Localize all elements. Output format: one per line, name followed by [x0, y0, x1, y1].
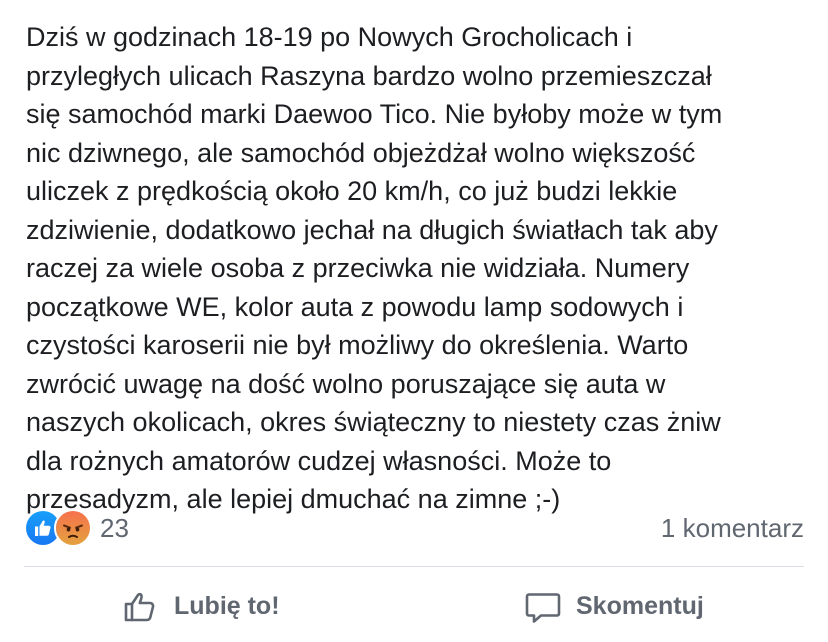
post-text-line: zdziwienie, dodatkowo jechał na długich …	[26, 214, 718, 245]
angry-reaction-icon	[54, 509, 92, 547]
post-text-line: nic dziwnego, ale samochód objeżdżał wol…	[26, 137, 696, 168]
post-text-line: naszych okolicach, okres świąteczny to n…	[26, 407, 721, 437]
post-text-line: przyległych ulicach Raszyna bardzo wolno…	[26, 60, 712, 91]
post-text-line: czystości karoserii nie był możliwy do o…	[26, 330, 689, 360]
comment-button-label: Skomentuj	[576, 591, 704, 620]
like-button-label: Lubię to!	[174, 591, 280, 620]
post-text-line: Dziś w godzinach 18-19 po Nowych Grochol…	[26, 22, 633, 52]
reaction-count: 23	[100, 513, 129, 543]
post-text-line: się samochód marki Daewoo Tico. Nie było…	[26, 99, 723, 129]
post-text: Dziś w godzinach 18-19 po Nowych Grochol…	[26, 18, 816, 519]
post-text-line: początkowe WE, kolor auta z powodu lamp …	[26, 291, 684, 322]
thumbs-up-icon	[122, 587, 160, 625]
divider	[24, 566, 804, 567]
like-button[interactable]: Lubię to!	[122, 574, 280, 638]
comment-button[interactable]: Skomentuj	[524, 574, 704, 638]
post-text-line: dla rożnych amatorów cudzej własności. M…	[26, 445, 612, 476]
post-text-line: uliczek z prędkością około 20 km/h, co j…	[26, 176, 678, 206]
post-actions: Lubię to! Skomentuj	[0, 574, 828, 638]
comment-count-link[interactable]: 1 komentarz	[661, 510, 804, 546]
reactions-bar: 23 1 komentarz	[24, 508, 804, 548]
speech-bubble-icon	[524, 587, 562, 625]
post-text-line: raczej za wiele osoba z przeciwka nie wi…	[26, 253, 690, 283]
post-text-line: zwrócić uwagę na dość wolno poruszające …	[26, 368, 666, 399]
reactions-summary[interactable]: 23	[24, 509, 129, 547]
